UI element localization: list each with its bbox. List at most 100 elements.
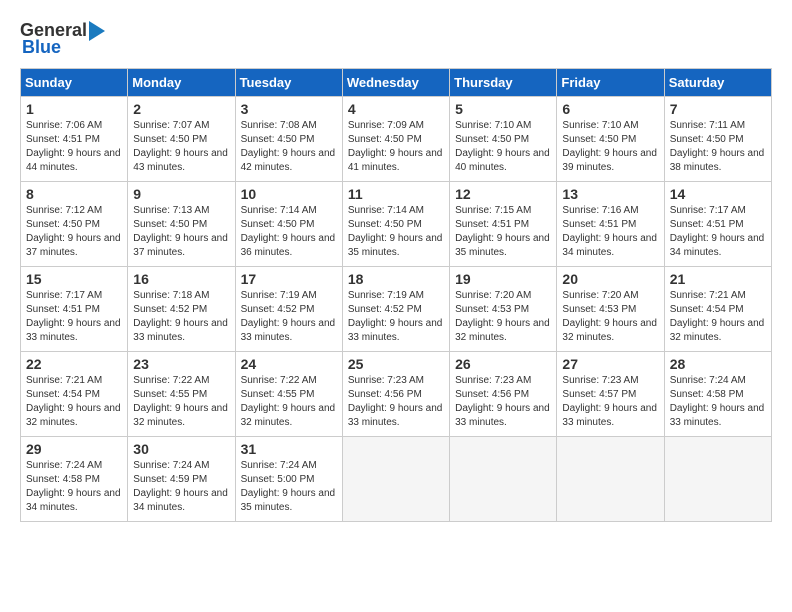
day-info: Sunrise: 7:19 AM Sunset: 4:52 PM Dayligh… <box>241 289 337 345</box>
day-number: 28 <box>670 356 766 372</box>
day-info: Sunrise: 7:19 AM Sunset: 4:52 PM Dayligh… <box>348 289 444 345</box>
day-of-week-header: Friday <box>557 69 664 97</box>
calendar-body: 1 Sunrise: 7:06 AM Sunset: 4:51 PM Dayli… <box>21 97 772 522</box>
calendar-day-cell: 1 Sunrise: 7:06 AM Sunset: 4:51 PM Dayli… <box>21 97 128 182</box>
day-info: Sunrise: 7:11 AM Sunset: 4:50 PM Dayligh… <box>670 119 766 175</box>
day-number: 6 <box>562 101 658 117</box>
calendar-day-cell: 22 Sunrise: 7:21 AM Sunset: 4:54 PM Dayl… <box>21 352 128 437</box>
day-of-week-header: Monday <box>128 69 235 97</box>
day-of-week-header: Tuesday <box>235 69 342 97</box>
day-number: 17 <box>241 271 337 287</box>
day-number: 3 <box>241 101 337 117</box>
day-number: 5 <box>455 101 551 117</box>
calendar-day-cell: 27 Sunrise: 7:23 AM Sunset: 4:57 PM Dayl… <box>557 352 664 437</box>
calendar-day-cell: 30 Sunrise: 7:24 AM Sunset: 4:59 PM Dayl… <box>128 437 235 522</box>
day-info: Sunrise: 7:13 AM Sunset: 4:50 PM Dayligh… <box>133 204 229 260</box>
calendar-day-cell: 16 Sunrise: 7:18 AM Sunset: 4:52 PM Dayl… <box>128 267 235 352</box>
day-number: 4 <box>348 101 444 117</box>
day-of-week-header: Thursday <box>450 69 557 97</box>
calendar-day-cell: 18 Sunrise: 7:19 AM Sunset: 4:52 PM Dayl… <box>342 267 449 352</box>
day-info: Sunrise: 7:09 AM Sunset: 4:50 PM Dayligh… <box>348 119 444 175</box>
calendar-day-cell: 21 Sunrise: 7:21 AM Sunset: 4:54 PM Dayl… <box>664 267 771 352</box>
calendar-day-cell: 5 Sunrise: 7:10 AM Sunset: 4:50 PM Dayli… <box>450 97 557 182</box>
day-number: 30 <box>133 441 229 457</box>
day-info: Sunrise: 7:12 AM Sunset: 4:50 PM Dayligh… <box>26 204 122 260</box>
calendar-week-row: 1 Sunrise: 7:06 AM Sunset: 4:51 PM Dayli… <box>21 97 772 182</box>
day-info: Sunrise: 7:17 AM Sunset: 4:51 PM Dayligh… <box>26 289 122 345</box>
day-number: 16 <box>133 271 229 287</box>
day-number: 24 <box>241 356 337 372</box>
calendar-day-cell: 11 Sunrise: 7:14 AM Sunset: 4:50 PM Dayl… <box>342 182 449 267</box>
calendar-day-cell: 20 Sunrise: 7:20 AM Sunset: 4:53 PM Dayl… <box>557 267 664 352</box>
calendar-day-cell: 25 Sunrise: 7:23 AM Sunset: 4:56 PM Dayl… <box>342 352 449 437</box>
day-info: Sunrise: 7:24 AM Sunset: 4:58 PM Dayligh… <box>670 374 766 430</box>
calendar-day-cell <box>342 437 449 522</box>
day-info: Sunrise: 7:21 AM Sunset: 4:54 PM Dayligh… <box>670 289 766 345</box>
calendar-day-cell: 24 Sunrise: 7:22 AM Sunset: 4:55 PM Dayl… <box>235 352 342 437</box>
calendar-day-cell <box>664 437 771 522</box>
calendar-day-cell: 9 Sunrise: 7:13 AM Sunset: 4:50 PM Dayli… <box>128 182 235 267</box>
day-of-week-header: Wednesday <box>342 69 449 97</box>
day-of-week-header: Sunday <box>21 69 128 97</box>
day-number: 14 <box>670 186 766 202</box>
day-number: 8 <box>26 186 122 202</box>
day-number: 18 <box>348 271 444 287</box>
calendar-week-row: 22 Sunrise: 7:21 AM Sunset: 4:54 PM Dayl… <box>21 352 772 437</box>
day-number: 22 <box>26 356 122 372</box>
day-info: Sunrise: 7:15 AM Sunset: 4:51 PM Dayligh… <box>455 204 551 260</box>
calendar-day-cell: 7 Sunrise: 7:11 AM Sunset: 4:50 PM Dayli… <box>664 97 771 182</box>
calendar-day-cell: 15 Sunrise: 7:17 AM Sunset: 4:51 PM Dayl… <box>21 267 128 352</box>
calendar-day-cell: 13 Sunrise: 7:16 AM Sunset: 4:51 PM Dayl… <box>557 182 664 267</box>
day-info: Sunrise: 7:24 AM Sunset: 4:58 PM Dayligh… <box>26 459 122 515</box>
calendar-day-cell <box>557 437 664 522</box>
calendar-week-row: 29 Sunrise: 7:24 AM Sunset: 4:58 PM Dayl… <box>21 437 772 522</box>
calendar-day-cell: 12 Sunrise: 7:15 AM Sunset: 4:51 PM Dayl… <box>450 182 557 267</box>
day-of-week-header: Saturday <box>664 69 771 97</box>
day-info: Sunrise: 7:23 AM Sunset: 4:57 PM Dayligh… <box>562 374 658 430</box>
calendar-day-cell: 14 Sunrise: 7:17 AM Sunset: 4:51 PM Dayl… <box>664 182 771 267</box>
day-info: Sunrise: 7:10 AM Sunset: 4:50 PM Dayligh… <box>455 119 551 175</box>
calendar-day-cell: 10 Sunrise: 7:14 AM Sunset: 4:50 PM Dayl… <box>235 182 342 267</box>
day-info: Sunrise: 7:14 AM Sunset: 4:50 PM Dayligh… <box>241 204 337 260</box>
page-header: General Blue <box>20 20 772 58</box>
calendar-day-cell: 3 Sunrise: 7:08 AM Sunset: 4:50 PM Dayli… <box>235 97 342 182</box>
day-number: 10 <box>241 186 337 202</box>
day-info: Sunrise: 7:22 AM Sunset: 4:55 PM Dayligh… <box>241 374 337 430</box>
calendar-day-cell: 4 Sunrise: 7:09 AM Sunset: 4:50 PM Dayli… <box>342 97 449 182</box>
calendar-day-cell: 26 Sunrise: 7:23 AM Sunset: 4:56 PM Dayl… <box>450 352 557 437</box>
calendar-day-cell: 28 Sunrise: 7:24 AM Sunset: 4:58 PM Dayl… <box>664 352 771 437</box>
calendar-day-cell: 2 Sunrise: 7:07 AM Sunset: 4:50 PM Dayli… <box>128 97 235 182</box>
day-info: Sunrise: 7:06 AM Sunset: 4:51 PM Dayligh… <box>26 119 122 175</box>
calendar-day-cell: 19 Sunrise: 7:20 AM Sunset: 4:53 PM Dayl… <box>450 267 557 352</box>
day-number: 2 <box>133 101 229 117</box>
day-info: Sunrise: 7:24 AM Sunset: 5:00 PM Dayligh… <box>241 459 337 515</box>
calendar-week-row: 15 Sunrise: 7:17 AM Sunset: 4:51 PM Dayl… <box>21 267 772 352</box>
day-number: 31 <box>241 441 337 457</box>
calendar-day-cell: 8 Sunrise: 7:12 AM Sunset: 4:50 PM Dayli… <box>21 182 128 267</box>
day-info: Sunrise: 7:16 AM Sunset: 4:51 PM Dayligh… <box>562 204 658 260</box>
calendar-day-cell: 23 Sunrise: 7:22 AM Sunset: 4:55 PM Dayl… <box>128 352 235 437</box>
calendar-header-row: SundayMondayTuesdayWednesdayThursdayFrid… <box>21 69 772 97</box>
day-info: Sunrise: 7:23 AM Sunset: 4:56 PM Dayligh… <box>455 374 551 430</box>
day-number: 21 <box>670 271 766 287</box>
day-number: 9 <box>133 186 229 202</box>
day-info: Sunrise: 7:20 AM Sunset: 4:53 PM Dayligh… <box>455 289 551 345</box>
day-number: 26 <box>455 356 551 372</box>
calendar-day-cell: 29 Sunrise: 7:24 AM Sunset: 4:58 PM Dayl… <box>21 437 128 522</box>
day-info: Sunrise: 7:08 AM Sunset: 4:50 PM Dayligh… <box>241 119 337 175</box>
day-number: 23 <box>133 356 229 372</box>
logo-blue-text: Blue <box>22 37 61 58</box>
day-number: 13 <box>562 186 658 202</box>
day-info: Sunrise: 7:23 AM Sunset: 4:56 PM Dayligh… <box>348 374 444 430</box>
day-info: Sunrise: 7:07 AM Sunset: 4:50 PM Dayligh… <box>133 119 229 175</box>
day-number: 7 <box>670 101 766 117</box>
day-number: 27 <box>562 356 658 372</box>
day-number: 25 <box>348 356 444 372</box>
logo-arrow-icon <box>89 21 105 41</box>
calendar-table: SundayMondayTuesdayWednesdayThursdayFrid… <box>20 68 772 522</box>
day-info: Sunrise: 7:24 AM Sunset: 4:59 PM Dayligh… <box>133 459 229 515</box>
day-info: Sunrise: 7:22 AM Sunset: 4:55 PM Dayligh… <box>133 374 229 430</box>
day-number: 12 <box>455 186 551 202</box>
day-info: Sunrise: 7:18 AM Sunset: 4:52 PM Dayligh… <box>133 289 229 345</box>
day-number: 20 <box>562 271 658 287</box>
